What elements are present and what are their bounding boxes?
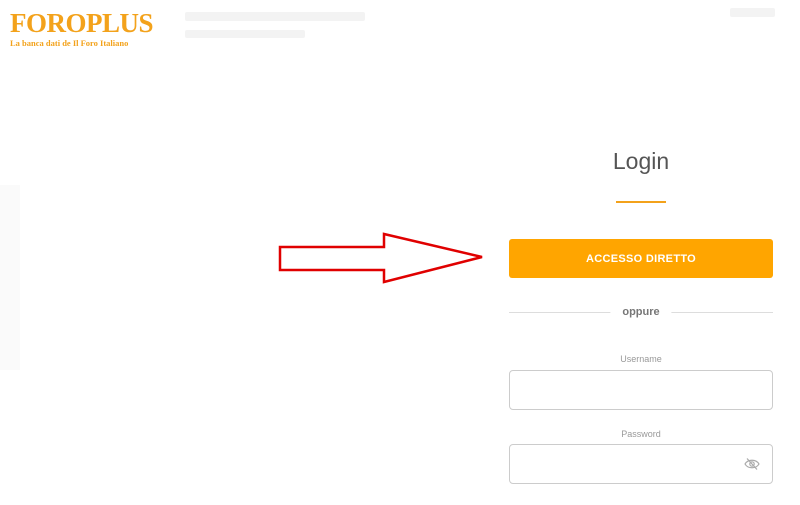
divider-text: oppure [610,303,672,321]
username-input[interactable] [510,371,750,407]
username-field-container [509,370,773,410]
faded-header-text [730,8,775,17]
faded-header-text [185,12,365,21]
login-title: Login [612,148,670,174]
direct-access-button[interactable]: ACCESSO DIRETTO [509,239,773,278]
faded-header-text [185,30,305,38]
password-input[interactable] [510,445,750,481]
password-field-container [509,444,773,484]
brand-title: FOROPLUS [10,8,154,38]
title-underline [616,201,666,203]
brand-subtitle: La banca dati de Il Foro Italiano [10,38,129,48]
password-label: Password [621,429,661,439]
faded-side-panel [0,185,20,370]
username-label: Username [620,354,662,364]
brand-logo[interactable]: FOROPLUS La banca dati de Il Foro Italia… [10,8,154,48]
eye-slash-icon[interactable] [744,457,760,471]
or-divider: oppure [509,303,773,321]
right-arrow-icon [278,232,483,284]
